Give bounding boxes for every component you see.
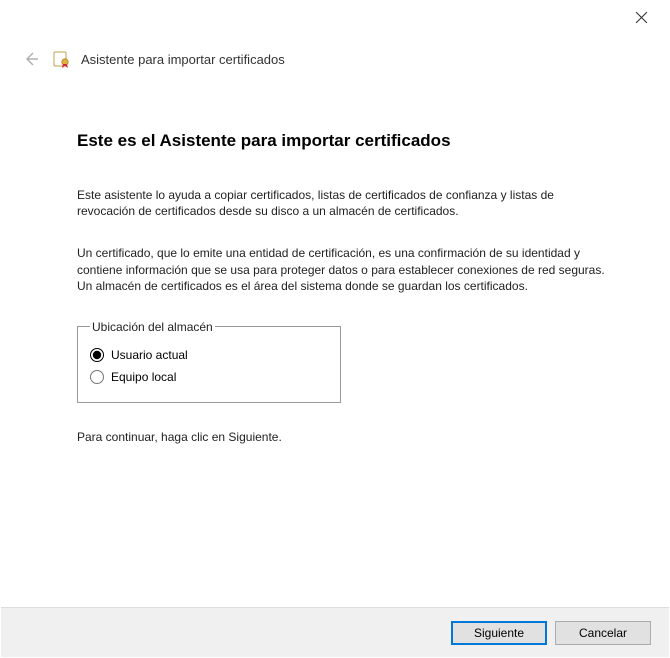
intro-text: Este asistente lo ayuda a copiar certifi… bbox=[77, 187, 609, 219]
cancel-button[interactable]: Cancelar bbox=[555, 621, 651, 645]
radio-current-user-label: Usuario actual bbox=[111, 348, 188, 362]
wizard-header: Asistente para importar certificados bbox=[21, 49, 649, 69]
back-arrow-icon bbox=[23, 51, 39, 67]
radio-current-user-input[interactable] bbox=[90, 348, 104, 362]
continue-hint: Para continuar, haga clic en Siguiente. bbox=[77, 429, 609, 445]
wizard-content: Este es el Asistente para importar certi… bbox=[77, 131, 609, 471]
back-button bbox=[21, 49, 41, 69]
store-location-group: Ubicación del almacén Usuario actual Equ… bbox=[77, 320, 341, 403]
close-button[interactable] bbox=[635, 11, 651, 27]
wizard-footer: Siguiente Cancelar bbox=[1, 607, 669, 657]
close-icon bbox=[635, 11, 648, 24]
wizard-icon bbox=[51, 50, 71, 68]
radio-local-machine-label: Equipo local bbox=[111, 370, 176, 384]
wizard-title: Asistente para importar certificados bbox=[81, 52, 285, 67]
explain-text: Un certificado, que lo emite una entidad… bbox=[77, 245, 609, 294]
store-location-legend: Ubicación del almacén bbox=[90, 320, 215, 334]
next-button[interactable]: Siguiente bbox=[451, 621, 547, 645]
radio-local-machine-input[interactable] bbox=[90, 370, 104, 384]
radio-local-machine[interactable]: Equipo local bbox=[90, 366, 328, 388]
page-title: Este es el Asistente para importar certi… bbox=[77, 131, 609, 151]
radio-current-user[interactable]: Usuario actual bbox=[90, 344, 328, 366]
